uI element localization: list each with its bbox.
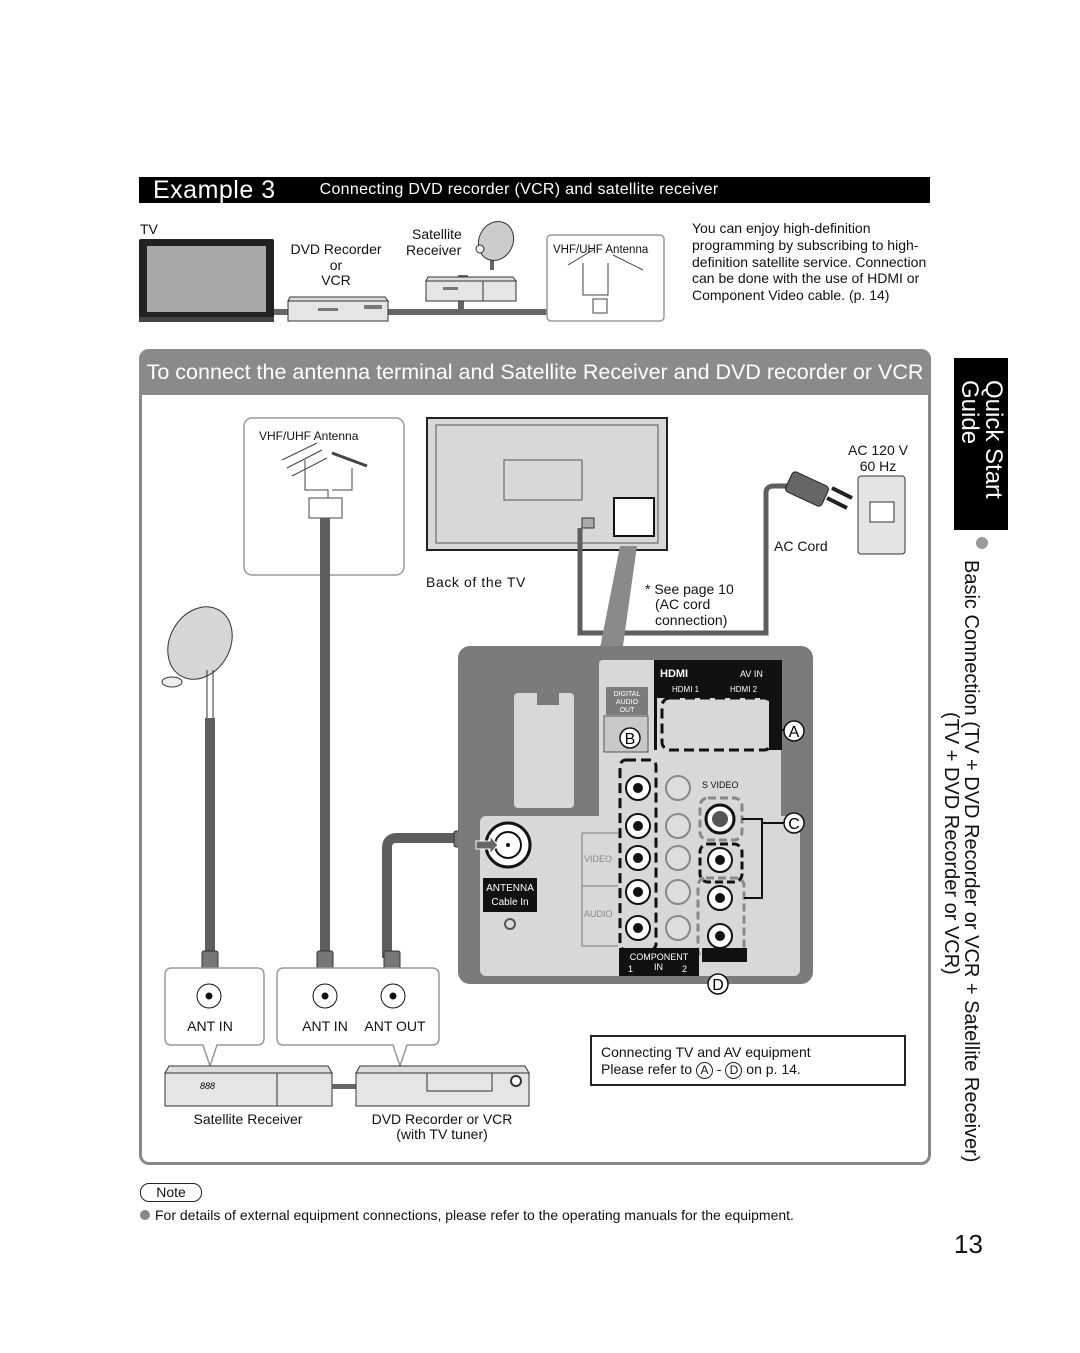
note-text: For details of external equipment connec… (140, 1207, 794, 1223)
see-page-note-2: (AC cord (655, 596, 711, 612)
callout-a: A (783, 720, 805, 742)
example-header-bar: Example 3 Connecting DVD recorder (VCR) … (139, 175, 930, 204)
dvd-label-1: DVD Recorder (290, 241, 382, 257)
main-heading: To connect the antenna terminal and Sate… (139, 349, 931, 395)
tv-label: TV (140, 221, 158, 237)
sat-ant-in-label: ANT IN (187, 1018, 233, 1034)
video-label: VIDEO (584, 854, 612, 864)
digital-audio-label: DIGITAL (614, 691, 641, 698)
antenna-label: ANTENNA (486, 883, 534, 894)
overview-diagram (139, 221, 665, 322)
antenna-label-small: VHF/UHF Antenna (553, 244, 649, 256)
reference-box: Connecting TV and AV equipment Please re… (590, 1035, 906, 1086)
svg-text:888: 888 (200, 1081, 215, 1091)
cable-in-label: Cable In (491, 897, 528, 908)
ac-frequency-label: 60 Hz (859, 458, 897, 474)
sat-port-bubble (164, 967, 265, 1069)
back-of-tv-label: Back of the TV (426, 574, 526, 590)
intro-text: You can enjoy high-definition programmin… (692, 220, 927, 304)
note-label: Note (140, 1183, 202, 1202)
in2-label: 2 (682, 964, 687, 974)
reference-prefix: Please refer to (601, 1061, 693, 1077)
reference-suffix: on p. 14. (746, 1061, 801, 1077)
svg-text:B: B (625, 731, 636, 748)
satellite-label-2: Receiver (406, 242, 462, 258)
see-page-note-1: * See page 10 (645, 581, 734, 597)
see-page-note-3: connection) (655, 612, 728, 628)
satellite-label-1: Satellite (412, 226, 462, 242)
example-subtitle: Connecting DVD recorder (VCR) and satell… (319, 181, 719, 198)
satellite-dish-icon (161, 606, 233, 718)
ac-plug-icon (785, 471, 853, 510)
dvd-recorder-illustration (287, 296, 389, 322)
audio-label: AUDIO (584, 909, 613, 919)
section-bullet-icon (976, 537, 988, 549)
bullet-icon (140, 1210, 150, 1220)
svg-text:C: C (788, 816, 800, 833)
reference-text: Please refer to A - D on p. 14. (601, 1061, 895, 1079)
antenna-box-label: VHF/UHF Antenna (259, 429, 359, 443)
section-subtitle: (TV + DVD Recorder or VCR) (940, 712, 962, 975)
satellite-receiver-device: 888 (164, 1065, 333, 1107)
ac-voltage-label: AC 120 V (848, 442, 908, 458)
dvd-ant-in-label: ANT IN (302, 1018, 348, 1034)
callout-a-ref: A (695, 1062, 713, 1079)
callout-b: B (619, 727, 641, 749)
in-label: IN (654, 962, 663, 972)
dvd-ant-out-label: ANT OUT (364, 1018, 426, 1034)
hdmi1-label: HDMI 1 (672, 685, 700, 694)
callout-c: C (783, 812, 805, 834)
example-title: Example 3 (153, 175, 276, 204)
svg-text:D: D (712, 977, 724, 994)
dvd-recorder-label-1: DVD Recorder or VCR (371, 1111, 513, 1127)
tab-line-2: Guide (956, 380, 983, 445)
satellite-receiver-label: Satellite Receiver (193, 1111, 303, 1127)
page-number: 13 (954, 1229, 983, 1259)
digital-audio-label: AUDIO (616, 699, 639, 706)
tab-line-1: Quick Start (980, 380, 1007, 499)
note-body: For details of external equipment connec… (155, 1207, 794, 1223)
wall-outlet-icon (857, 475, 906, 555)
dvd-label-2: or (329, 257, 343, 273)
reference-dash: - (716, 1061, 722, 1077)
component-label: COMPONENT (630, 952, 689, 962)
svg-text:A: A (789, 724, 800, 741)
av-in-label: AV IN (740, 669, 763, 679)
dvd-label-3: VCR (321, 272, 351, 288)
in1-label: 1 (628, 964, 633, 974)
dvd-recorder-label-2: (with TV tuner) (396, 1126, 488, 1142)
digital-audio-label: OUT (620, 707, 636, 714)
tv-back-illustration (426, 417, 668, 551)
quick-start-tab-label: Quick Start Guide (956, 380, 1007, 499)
hdmi2-label: HDMI 2 (730, 685, 758, 694)
ac-cord-label: AC Cord (774, 538, 828, 554)
dvd-port-bubble (276, 967, 440, 1069)
dvd-recorder-device (355, 1065, 530, 1107)
section-title: Basic Connection (TV + DVD Recorder or V… (960, 560, 982, 1163)
reference-title: Connecting TV and AV equipment (601, 1044, 811, 1060)
satellite-dish-icon (475, 221, 515, 261)
s-video-label: S VIDEO (702, 780, 739, 790)
satellite-receiver-illustration (425, 276, 517, 302)
hdmi-logo: HDMI (660, 668, 688, 680)
tv-illustration (139, 239, 274, 322)
callout-d: D (707, 973, 729, 995)
callout-d-ref: D (725, 1062, 743, 1079)
